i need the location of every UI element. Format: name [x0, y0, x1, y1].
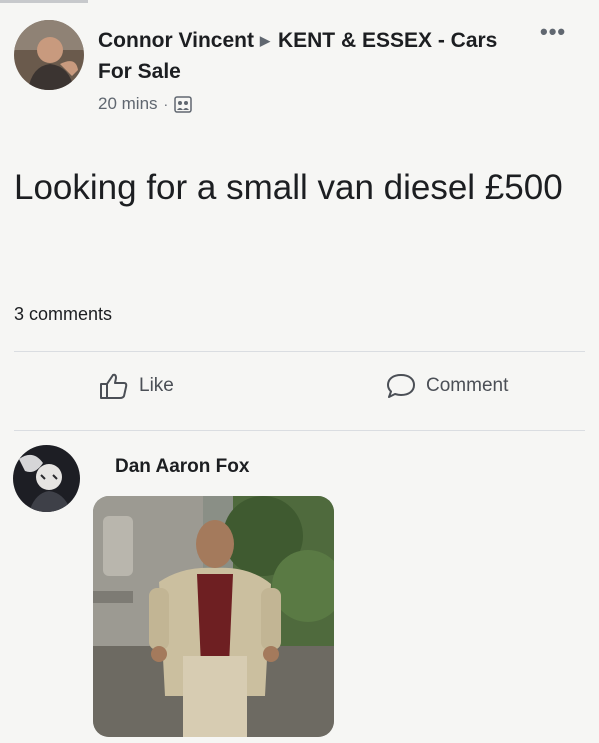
commenter-avatar-image	[13, 445, 80, 512]
comment-button[interactable]: Comment	[386, 372, 508, 400]
poster-avatar[interactable]	[14, 20, 84, 90]
commenter-name[interactable]: Dan Aaron Fox	[115, 456, 249, 478]
separator-dot: ·	[163, 96, 169, 112]
post-meta: 20 mins ·	[98, 93, 192, 115]
comments-count[interactable]: 3 comments	[14, 304, 112, 325]
divider	[14, 351, 585, 352]
comment-photo	[93, 496, 334, 737]
like-button[interactable]: Like	[99, 372, 174, 400]
post-timestamp[interactable]: 20 mins	[98, 93, 158, 115]
arrow-right-icon: ▶	[259, 33, 270, 48]
commenter-avatar[interactable]	[13, 445, 80, 512]
post-text: Looking for a small van diesel £500	[14, 168, 563, 207]
poster-name[interactable]: Connor Vincent	[98, 29, 254, 52]
group-icon	[174, 95, 192, 113]
thumbs-up-icon	[100, 373, 128, 399]
more-options-icon[interactable]: •••	[540, 21, 566, 43]
post-header: Connor Vincent ▶ KENT & ESSEX - Cars For S…	[98, 25, 518, 87]
comment-image[interactable]	[93, 496, 334, 737]
top-rule	[0, 0, 88, 3]
comment-label: Comment	[426, 375, 509, 396]
speech-bubble-icon	[387, 374, 415, 398]
poster-avatar-image	[14, 20, 84, 90]
like-label: Like	[139, 375, 174, 396]
divider	[14, 430, 585, 431]
